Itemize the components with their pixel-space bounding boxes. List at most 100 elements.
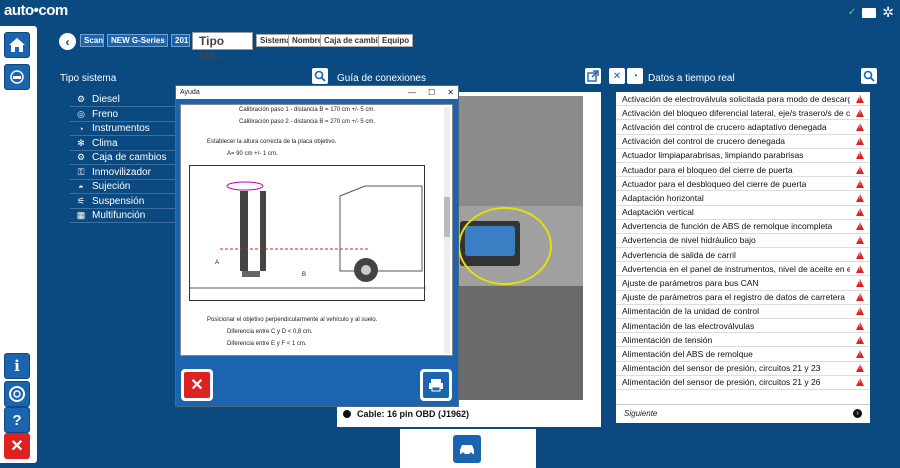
app-logo: auto•com [4,2,68,19]
gearbox-icon: ⚙ [76,152,86,162]
add-circle-icon[interactable] [343,410,351,418]
warning-icon [856,321,864,330]
vehicle-button[interactable] [453,435,481,463]
realtime-data-item[interactable]: Adaptación vertical [616,206,870,220]
diagnostic-button[interactable] [4,64,30,90]
realtime-data-label: Advertencia de salida de carril [622,249,736,260]
realtime-data-label: Activación del control de crucero denega… [622,136,786,147]
multifunction-icon: ▦ [76,210,86,220]
warning-icon [856,151,864,160]
system-item-clima[interactable]: ✻ Clima [70,137,175,151]
system-item-freno[interactable]: ◎ Freno [70,108,175,122]
realtime-data-item[interactable]: Activación del control de crucero denega… [616,135,870,149]
realtime-data-label: Advertencia de función de ABS de remolqu… [622,221,833,232]
filter-equipo[interactable]: Equipo [378,34,414,47]
realtime-data-item[interactable]: Advertencia de salida de carril [616,248,870,263]
realtime-data-item[interactable]: Alimentación de las electroválvulas [616,319,870,334]
system-item-inmovilizador[interactable]: ⚿ Inmovilizador [70,166,175,180]
tools-button[interactable]: ✕ [609,68,625,84]
live-data-button[interactable]: ◔ [627,68,643,84]
dialog-close-button[interactable]: ✕ [181,369,213,401]
support-button[interactable] [4,381,30,407]
breadcrumb-year[interactable]: 2017 [171,34,190,47]
exit-button[interactable]: ✕ [4,433,30,459]
height-value: A= 90 cm +/- 1 cm. [227,151,278,157]
realtime-data-item[interactable]: Ajuste de parámetros para bus CAN [616,276,870,291]
battery-icon[interactable] [862,7,877,18]
open-guide-button[interactable] [585,68,601,84]
realtime-data-item[interactable]: Alimentación de la unidad de control [616,305,870,319]
engine-icon: ⚙ [76,94,86,104]
height-line: Establecer la altura correcta de la plac… [207,139,337,145]
system-search-button[interactable] [312,68,328,84]
minimize-icon[interactable]: — [408,88,416,97]
calibration-diagram: A B [189,165,426,301]
lifebuoy-icon [9,386,25,402]
realtime-data-item[interactable]: Alimentación de tensión [616,333,870,348]
system-type-box[interactable]: Tipo sis... [192,32,253,62]
fig-label-a: A [215,260,219,266]
back-button[interactable]: ‹ [59,33,76,50]
realtime-data-item[interactable]: Actuador limpiaparabrisas, limpiando par… [616,149,870,163]
realtime-data-item[interactable]: Advertencia de nivel hidráulico bajo [616,234,870,249]
help-button[interactable]: ? [4,407,30,433]
position-line: Posicionar el objetivo perpendicularment… [207,317,378,323]
warning-icon [856,137,864,146]
next-page-bar[interactable]: Siguiente › [616,404,870,422]
search-icon [863,70,875,82]
warning-icon [856,108,864,117]
srs-icon: ◓ [78,181,84,192]
system-item-diesel[interactable]: ⚙ Diesel [70,93,175,107]
suspension-icon: ⚟ [76,195,86,206]
realtime-data-label: Ajuste de parámetros para el registro de… [622,292,846,303]
warning-icon [856,208,864,217]
realtime-data-item[interactable]: Advertencia de función de ABS de remolqu… [616,220,870,234]
realtime-data-item[interactable]: Ajuste de parámetros para el registro de… [616,291,870,305]
realtime-search-button[interactable] [861,68,877,84]
home-icon [9,38,25,52]
realtime-data-label: Actuador para el bloqueo del cierre de p… [622,164,793,175]
gauge-icon: ◔ [78,123,84,134]
gauge-icon: ◔ [631,70,639,82]
realtime-data-item[interactable]: Alimentación del sensor de presión, circ… [616,362,870,376]
dialog-print-button[interactable] [420,369,452,401]
realtime-data-item[interactable]: Activación del bloqueo diferencial later… [616,106,870,121]
realtime-data-item[interactable]: Alimentación del ABS de remolque [616,347,870,362]
help-content: Calibración paso 1 - distancia B = 170 c… [180,104,453,356]
realtime-data-item[interactable]: Activación del control de crucero adapta… [616,120,870,135]
realtime-data-list: Activación de electroválvula solicitada … [616,92,870,423]
vehicle-action-panel [400,429,536,468]
realtime-data-item[interactable]: Adaptación horizontal [616,191,870,206]
dialog-title: Ayuda [180,89,200,96]
maximize-icon[interactable]: ☐ [428,88,435,97]
realtime-data-label: Adaptación horizontal [622,192,704,203]
system-item-suspension[interactable]: ⚟ Suspensión [70,195,175,209]
realtime-data-item[interactable]: Actuador para el bloqueo del cierre de p… [616,163,870,178]
vehicle-scan-icon [10,70,24,84]
car-icon [460,445,474,456]
realtime-data-label: Alimentación de las electroválvulas [622,320,755,331]
warning-icon [856,250,864,259]
settings-gear-icon[interactable]: ✲ [882,4,894,21]
key-icon: ⚿ [77,166,85,177]
external-link-icon [587,70,599,82]
realtime-data-item[interactable]: Advertencia en el panel de instrumentos,… [616,262,870,277]
realtime-data-item[interactable]: Alimentación del sensor de presión, circ… [616,376,870,390]
question-icon: ? [12,411,22,429]
close-icon[interactable]: ✕ [447,88,454,97]
realtime-data-item[interactable]: Activación de electroválvula solicitada … [616,92,870,107]
breadcrumb-make[interactable]: Scania [80,34,104,47]
obd-port-illustration [455,96,583,400]
realtime-data-item[interactable]: Actuador para el desbloqueo del cierre d… [616,177,870,192]
breadcrumb-model[interactable]: NEW G-Series [... [107,34,168,47]
dialog-scrollbar[interactable] [444,107,450,353]
info-button[interactable]: i [4,353,30,379]
system-item-instrumentos[interactable]: ◔ Instrumentos [70,122,175,136]
system-item-multifuncion[interactable]: ▦ Multifunción [70,209,175,223]
connection-guide-title: Guía de conexiones [337,73,426,84]
system-item-caja[interactable]: ⚙ Caja de cambios [70,151,175,165]
system-item-sujecion[interactable]: ◓ Sujeción [70,180,175,194]
home-button[interactable] [4,32,30,58]
search-icon [314,70,326,82]
warning-icon [856,236,864,245]
